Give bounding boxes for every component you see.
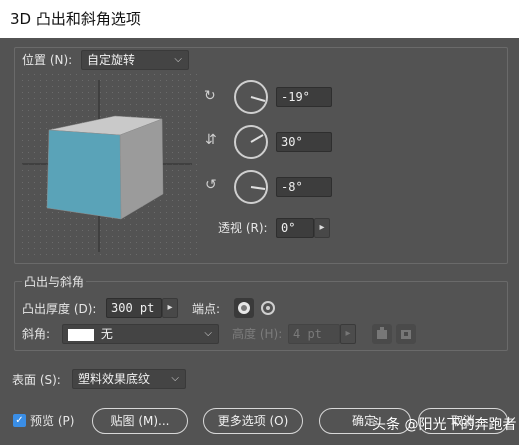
surface-label: 表面 (S): bbox=[12, 373, 61, 387]
height-field[interactable]: 4 pt bbox=[288, 324, 340, 344]
height-label: 高度 (H): bbox=[232, 327, 283, 341]
y-rotation-dial[interactable] bbox=[234, 125, 268, 159]
perspective-label: 透视 (R): bbox=[218, 221, 268, 235]
extrude-depth-label: 凸出厚度 (D): bbox=[22, 302, 97, 316]
window-title: 3D 凸出和斜角选项 bbox=[0, 0, 519, 38]
x-axis-rotate-icon: ↻ bbox=[204, 88, 216, 104]
perspective-slider-button[interactable]: ▸ bbox=[314, 218, 330, 238]
watermark: 头条 @阳光下的奔跑者 bbox=[372, 417, 517, 433]
cube-front-face bbox=[46, 129, 122, 220]
chevron-down-icon: ⌵ bbox=[171, 373, 179, 384]
preview-label: 预览 (P) bbox=[30, 414, 75, 428]
x-rotation-field[interactable]: -19° bbox=[276, 87, 332, 107]
position-preset-dropdown[interactable]: 自定旋转 ⌵ bbox=[81, 50, 189, 70]
more-options-button[interactable]: 更多选项 (O) bbox=[203, 408, 303, 434]
surface-value: 塑料效果底纹 bbox=[78, 372, 151, 386]
chevron-down-icon: ⌵ bbox=[204, 328, 212, 339]
y-rotation-field[interactable]: 30° bbox=[276, 132, 332, 152]
height-slider-button[interactable]: ▸ bbox=[340, 324, 356, 344]
x-rotation-dial[interactable] bbox=[234, 80, 268, 114]
track-cube-graphic bbox=[22, 74, 200, 258]
bevel-swatch bbox=[68, 328, 94, 341]
z-rotation-dial[interactable] bbox=[234, 170, 268, 204]
bevel-value: 无 bbox=[100, 327, 113, 341]
cap-label: 端点: bbox=[192, 302, 221, 316]
bevel-extent-out-icon[interactable] bbox=[372, 324, 392, 344]
bevel-label: 斜角: bbox=[22, 327, 51, 341]
position-label: 位置 (N): bbox=[22, 53, 73, 67]
extrude-depth-field[interactable]: 300 pt bbox=[106, 298, 162, 318]
position-preset-value: 自定旋转 bbox=[87, 53, 136, 67]
bevel-extent-in-icon[interactable] bbox=[396, 324, 416, 344]
cap-on-icon[interactable] bbox=[234, 298, 254, 318]
perspective-field[interactable]: 0° bbox=[276, 218, 314, 238]
y-axis-rotate-icon: ⇵ bbox=[205, 132, 217, 148]
z-rotation-field[interactable]: -8° bbox=[276, 177, 332, 197]
surface-dropdown[interactable]: 塑料效果底纹 ⌵ bbox=[72, 369, 186, 389]
preview-checkbox[interactable]: ✓ bbox=[13, 414, 26, 427]
extrude-depth-slider-button[interactable]: ▸ bbox=[162, 298, 178, 318]
map-button[interactable]: 贴图 (M)... bbox=[92, 408, 188, 434]
z-axis-rotate-icon: ↺ bbox=[205, 177, 217, 193]
chevron-down-icon: ⌵ bbox=[174, 54, 182, 65]
rotation-track-cube[interactable] bbox=[22, 74, 200, 258]
bevel-dropdown[interactable]: 无 ⌵ bbox=[62, 324, 219, 344]
cap-off-icon[interactable] bbox=[258, 298, 278, 318]
extrude-bevel-section-label: 凸出与斜角 bbox=[22, 274, 87, 290]
